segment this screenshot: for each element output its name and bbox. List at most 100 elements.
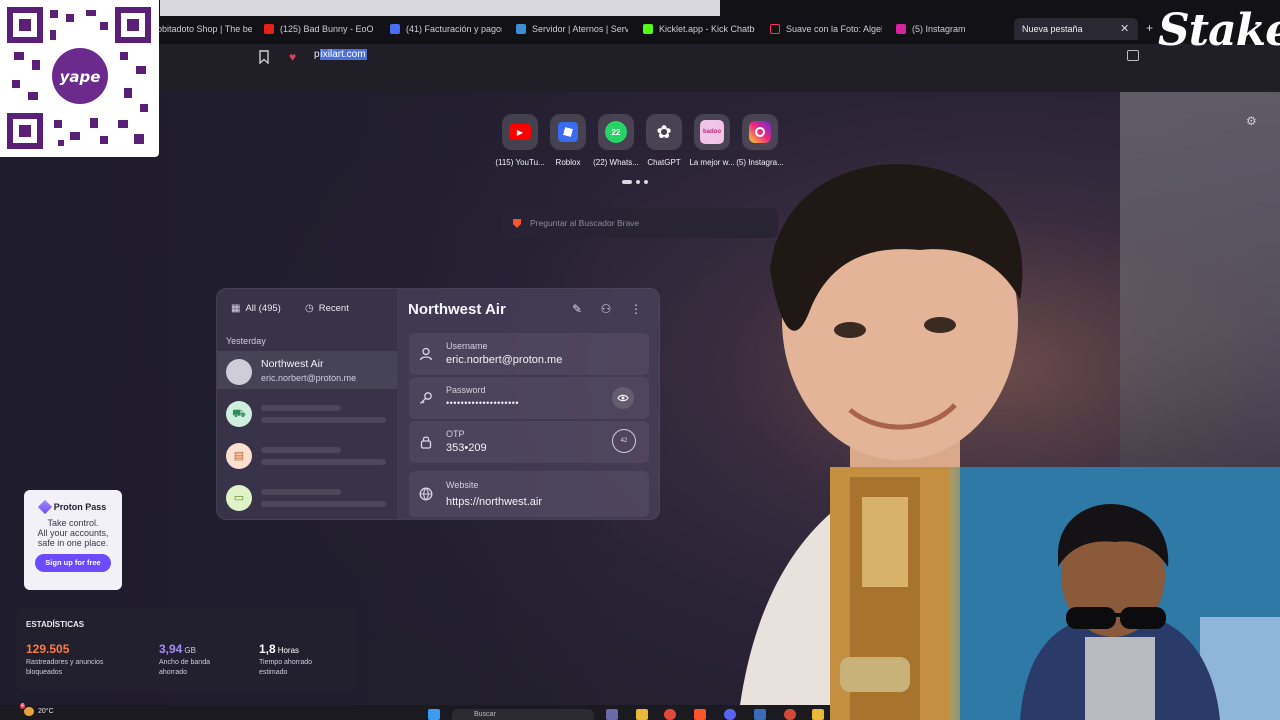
more-options-icon[interactable]: ⋮ (629, 302, 643, 316)
share-icon[interactable]: ⚇ (599, 302, 613, 316)
stat-desc-line: estimado (259, 669, 288, 676)
clock-icon: ◷ (305, 302, 314, 314)
shortcut-label: (22) Whats... (593, 158, 639, 167)
skeleton-line (261, 459, 386, 465)
discord-icon[interactable] (724, 709, 736, 720)
shortcut-page-dots[interactable] (622, 180, 648, 184)
reader-mode-icon[interactable] (1127, 50, 1139, 61)
signup-button[interactable]: Sign up for free (35, 554, 111, 572)
list-item-placeholder[interactable]: ▭ (217, 477, 397, 515)
tab-facturacion[interactable]: (41) Facturación y pagos (390, 18, 502, 40)
brave-icon[interactable] (694, 709, 706, 720)
windows-start-icon[interactable] (428, 709, 440, 720)
notification-badge: 4 (20, 703, 25, 709)
page-dot[interactable] (644, 180, 648, 184)
list-item-placeholder[interactable]: ▤ (217, 435, 397, 473)
shortcut-badoo[interactable]: badoo La mejor w... (687, 114, 737, 167)
password-field[interactable]: Password •••••••••••••••••••• (409, 377, 649, 419)
tab-label: Nueva pestaña (1022, 24, 1083, 34)
edit-icon[interactable]: ✎ (570, 302, 584, 316)
taskbar-search[interactable]: Buscar (452, 709, 594, 720)
skeleton-line (261, 489, 341, 495)
list-item-placeholder[interactable]: ⛟ (217, 393, 397, 431)
tab-obitadoto-shop[interactable]: obitadoto Shop | The be (157, 18, 252, 40)
url-selection: ixilart.com (319, 49, 367, 60)
close-tab-icon[interactable]: ✕ (1120, 22, 1129, 35)
filter-all-button[interactable]: ▦ All (495) (231, 297, 281, 319)
tab-kicklet[interactable]: Kicklet.app - Kick Chatbot (643, 18, 755, 40)
chrome-icon[interactable] (664, 709, 676, 720)
filter-recent-button[interactable]: ◷ Recent (305, 297, 349, 319)
skeleton-line (261, 501, 386, 507)
username-field[interactable]: Username eric.norbert@proton.me (409, 333, 649, 375)
stat-unit: GB (184, 646, 196, 655)
shortcut-chatgpt[interactable]: ✿ ChatGPT (639, 114, 689, 167)
kicklet-icon (643, 24, 653, 34)
shortcut-tile (550, 114, 586, 150)
ad-brand: Proton Pass (24, 499, 122, 515)
skeleton-line (261, 447, 341, 453)
shortcut-whatsapp[interactable]: 22 (22) Whats... (591, 114, 641, 167)
tab-label: (125) Bad Bunny - EoO (Vi (280, 24, 376, 34)
ad-tagline: Take control. All your accounts, safe in… (24, 518, 122, 548)
app-icon[interactable] (812, 709, 824, 720)
screen: obitadoto Shop | The be (125) Bad Bunny … (0, 0, 1280, 720)
yape-logo-text: yape (60, 68, 101, 86)
roblox-icon (558, 122, 578, 142)
item-subtitle: eric.norbert@proton.me (261, 373, 357, 383)
youtube-icon: ▶ (509, 124, 531, 140)
lock-icon (419, 435, 433, 449)
shortcut-tile (742, 114, 778, 150)
app-icon[interactable] (784, 709, 796, 720)
wallpaper-window-light (1120, 92, 1280, 492)
list-item-northwest-air[interactable]: Northwest Air eric.norbert@proton.me (217, 351, 397, 389)
page-dot[interactable] (636, 180, 640, 184)
skeleton-line (261, 405, 341, 411)
stat-description: Tiempo ahorrado estimado (259, 658, 312, 678)
stat-desc-line: Tiempo ahorrado (259, 659, 313, 666)
key-icon (419, 391, 433, 405)
tab-label: Servidor | Aternos | Servid (532, 24, 628, 34)
tab-label: (41) Facturación y pagos (406, 24, 502, 34)
website-value: https://northwest.air (446, 496, 542, 508)
ad-tagline-line: All your accounts, (37, 528, 109, 538)
tab-label: Suave con la Foto: Algebr (786, 24, 882, 34)
proton-pass-logo-icon (37, 499, 52, 515)
globe-icon (419, 487, 433, 501)
new-tab-icon[interactable]: + (1146, 21, 1153, 35)
shortcut-tile: 22 (598, 114, 634, 150)
heart-icon[interactable]: ♥ (289, 50, 296, 64)
filter-all-label: All (495) (245, 302, 281, 314)
file-explorer-icon[interactable] (636, 709, 648, 720)
shortcut-label: ChatGPT (647, 158, 681, 167)
tab-instagram[interactable]: (5) Instagram (896, 18, 1006, 40)
shortcut-instagram[interactable]: (5) Instagra... (735, 114, 785, 167)
page-dot[interactable] (622, 180, 632, 184)
car-icon: ⛟ (226, 401, 252, 427)
url-field[interactable]: pixilart.com (314, 49, 367, 60)
weather-widget[interactable]: 4 20°C (20, 703, 54, 716)
otp-field[interactable]: OTP 353•209 42 (409, 421, 649, 463)
bookmark-icon[interactable] (258, 50, 270, 64)
webcam-feed (830, 467, 1280, 720)
shortcut-roblox[interactable]: Roblox (543, 114, 593, 167)
user-icon (419, 347, 433, 361)
stat-unit: Horas (277, 646, 300, 655)
badoo-icon: badoo (700, 120, 724, 144)
app-icon[interactable] (754, 709, 766, 720)
shortcut-youtube[interactable]: ▶ (115) YouTu... (495, 114, 545, 167)
show-password-button[interactable] (612, 387, 634, 409)
tab-bad-bunny[interactable]: (125) Bad Bunny - EoO (Vi (264, 18, 376, 40)
proton-pass-ad[interactable]: Proton Pass Take control. All your accou… (24, 490, 122, 590)
stat-number: 129.505 (26, 642, 70, 656)
stats-heading: ESTADÍSTICAS (26, 620, 85, 629)
ad-tagline-line: safe in one place. (37, 538, 109, 548)
brave-search-box[interactable]: Preguntar al Buscador Brave (502, 208, 778, 238)
teams-icon[interactable] (606, 709, 618, 720)
tab-aternos[interactable]: Servidor | Aternos | Servid (516, 18, 628, 40)
gear-icon[interactable]: ⚙ (1246, 114, 1257, 128)
tab-tiktok[interactable]: Suave con la Foto: Algebr (770, 18, 882, 40)
stake-logo: Stake (1158, 5, 1280, 56)
website-field[interactable]: Website https://northwest.air (409, 471, 649, 517)
stat-number: 1,8 (259, 642, 276, 656)
